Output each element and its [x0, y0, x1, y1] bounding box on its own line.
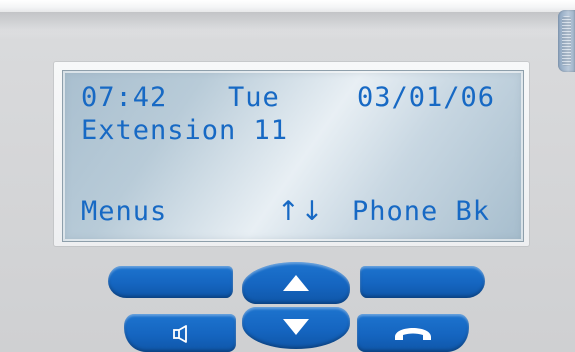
scrollbar-thumb[interactable]: [558, 10, 575, 72]
top-band: [0, 0, 575, 12]
navigation-keypad: [0, 258, 575, 352]
phone-device: 07:42 Tue 03/01/06 Extension 11 Menus ↑↓…: [0, 0, 575, 352]
softkey-phonebook-label[interactable]: Phone Bk: [352, 197, 490, 227]
left-softkey-button[interactable]: [108, 266, 233, 298]
scrollbar-grip[interactable]: [562, 16, 571, 66]
speaker-icon: [173, 325, 187, 343]
down-arrow-icon: [283, 319, 309, 335]
weekday-label: Tue: [228, 82, 280, 113]
hangup-button[interactable]: [357, 314, 469, 352]
up-arrow-icon: [283, 275, 309, 291]
speaker-button[interactable]: [124, 314, 236, 352]
date-label: 03/01/06: [357, 82, 496, 113]
nav-up-button[interactable]: [242, 262, 350, 304]
extension-label: Extension 11: [81, 115, 289, 146]
clock-time: 07:42: [81, 82, 168, 113]
top-shadow: [0, 12, 575, 34]
nav-down-button[interactable]: [242, 307, 350, 349]
right-softkey-button[interactable]: [360, 266, 485, 298]
softkey-menus-label[interactable]: Menus: [81, 197, 167, 227]
softkey-scroll-label[interactable]: ↑↓: [277, 197, 324, 227]
lcd-display: 07:42 Tue 03/01/06 Extension 11 Menus ↑↓…: [62, 70, 524, 242]
handset-icon: [395, 328, 431, 340]
